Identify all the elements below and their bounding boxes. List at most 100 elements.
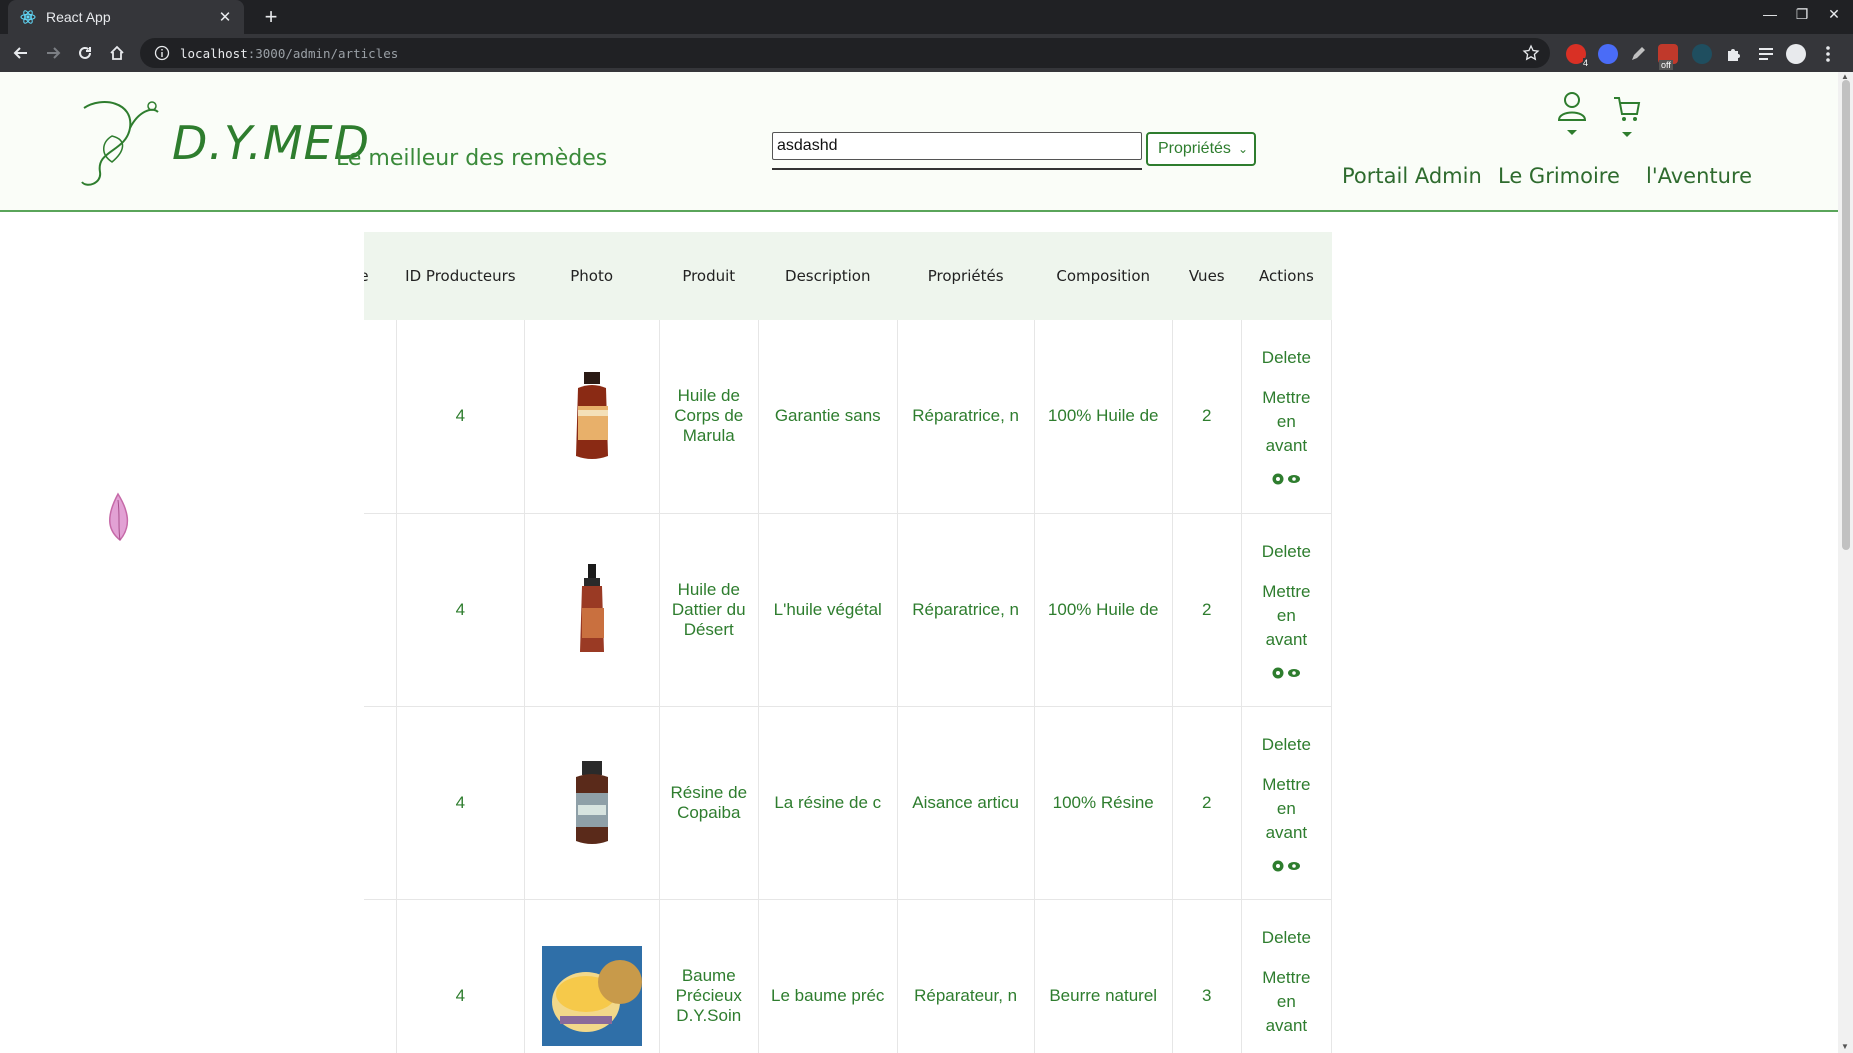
extension-shield-icon[interactable]: 4 [1566,44,1588,68]
cell-views: 2 [1172,320,1242,514]
page-scrollbar[interactable]: ▲ ▼ [1838,72,1853,1053]
react-favicon-icon [20,10,36,24]
cell-properties: Réparateur, n [897,899,1035,1053]
extension-badge: 4 [1582,58,1588,68]
cell-categorie [364,899,398,1053]
cell-actions: Delete Mettre en avant [1241,513,1333,707]
cell-views: 2 [1172,706,1242,900]
nav-aventure[interactable]: l'Aventure [1646,164,1752,188]
maximize-button[interactable]: ❐ [1790,6,1814,23]
column-header-produit: Produit [659,232,759,320]
feature-link[interactable]: Mettre en avant [1256,966,1316,1038]
home-button[interactable] [106,42,128,64]
cart-icon[interactable] [1612,92,1642,144]
table-row: 4 Huile de Corps de Marula Garantie sans… [364,320,1333,514]
column-header-description: Description [758,232,898,320]
brand-tagline: Le meilleur des remèdes [336,146,608,171]
forward-button[interactable] [42,42,64,64]
close-window-button[interactable]: ✕ [1822,6,1846,23]
articles-table-container[interactable]: orie ID Producteurs Photo Produit Descri… [364,232,1384,1053]
scroll-down-icon[interactable]: ▼ [1841,1042,1849,1051]
cell-properties: Réparatrice, n [897,320,1035,514]
product-photo[interactable] [542,560,642,660]
extension-bookmark-icon[interactable] [1598,44,1618,64]
browser-tab[interactable]: React App ✕ [8,0,244,34]
gear-icon[interactable] [1271,666,1285,680]
kebab-menu-icon [1826,46,1830,62]
extension-off-label: off [1659,60,1673,70]
delete-link[interactable]: Delete [1250,540,1323,564]
new-tab-button[interactable]: + [258,4,284,30]
browser-menu-icon[interactable] [1818,44,1838,64]
cell-producer-id: 4 [396,513,525,707]
cell-photo [524,899,660,1053]
product-photo[interactable] [542,366,642,466]
cell-product: Résine de Copaiba [659,706,759,900]
info-icon[interactable] [154,45,170,61]
delete-link[interactable]: Delete [1250,733,1323,757]
eye-icon[interactable] [1287,859,1301,873]
column-header-photo: Photo [524,232,660,320]
pen-icon [1632,47,1645,60]
product-photo[interactable] [542,753,642,853]
puzzle-icon [1728,49,1740,61]
chevron-down-icon: ⌄ [1237,142,1248,156]
delete-link[interactable]: Delete [1250,926,1323,950]
browser-tabbar: React App ✕ + — ❐ ✕ [0,0,1853,34]
extension-dark-icon[interactable] [1692,44,1712,64]
reload-button[interactable] [74,42,96,64]
row-icon-group [1250,859,1323,873]
delete-link[interactable]: Delete [1250,346,1323,370]
feature-link[interactable]: Mettre en avant [1256,773,1316,845]
filter-select[interactable]: Propriétés ⌄ [1146,132,1256,166]
cell-photo [524,320,660,514]
list-icon [1759,48,1773,60]
cell-composition: Beurre naturel [1034,899,1173,1053]
search-underline [772,168,1142,170]
browser-toolbar: localhost:3000/admin/articles 4 off [0,34,1853,72]
eye-icon[interactable] [1287,472,1301,486]
home-icon [110,45,124,60]
cell-product: Huile de Corps de Marula [659,320,759,514]
user-icon[interactable] [1556,90,1588,144]
back-arrow-icon [13,47,27,59]
scroll-thumb[interactable] [1842,80,1850,550]
extension-off-icon[interactable]: off [1658,44,1678,70]
product-photo[interactable] [541,945,642,1046]
minimize-button[interactable]: — [1758,6,1782,22]
cell-composition: 100% Huile de [1034,513,1173,707]
gear-icon[interactable] [1271,859,1285,873]
filter-selected-value: Propriétés [1158,140,1231,157]
address-bar[interactable]: localhost:3000/admin/articles [140,38,1550,68]
cell-actions: Delete Mettre en avant [1241,899,1333,1053]
profile-avatar[interactable] [1786,44,1806,64]
nav-le-grimoire[interactable]: Le Grimoire [1498,164,1620,188]
feature-link[interactable]: Mettre en avant [1256,580,1316,652]
logo-butterfly-icon[interactable] [72,92,164,192]
cell-description: Le baume préc [758,899,898,1053]
reload-icon [79,46,91,59]
cell-categorie [364,706,398,900]
cell-categorie [364,320,398,514]
extensions-puzzle-icon[interactable] [1724,44,1744,64]
row-icon-group [1250,472,1323,486]
url-host: localhost [180,45,248,61]
eye-icon[interactable] [1287,666,1301,680]
gear-icon[interactable] [1271,472,1285,486]
cell-description: La résine de c [758,706,898,900]
extension-pen-icon[interactable] [1628,44,1648,64]
cell-composition: 100% Huile de [1034,320,1173,514]
tab-close-icon[interactable]: ✕ [216,8,234,26]
petal-icon [109,492,129,542]
nav-portail-admin[interactable]: Portail Admin [1342,164,1482,188]
search-area [772,132,1142,170]
star-icon[interactable] [1522,44,1540,62]
column-header-actions: Actions [1241,232,1332,320]
search-input[interactable] [772,132,1142,160]
app-page: D.Y.MED Le meilleur des remèdes Propriét… [0,72,1838,1053]
reading-list-icon[interactable] [1756,44,1776,64]
back-button[interactable] [10,42,32,64]
cell-photo [524,706,660,900]
feature-link[interactable]: Mettre en avant [1256,386,1316,458]
cell-actions: Delete Mettre en avant [1241,320,1333,514]
